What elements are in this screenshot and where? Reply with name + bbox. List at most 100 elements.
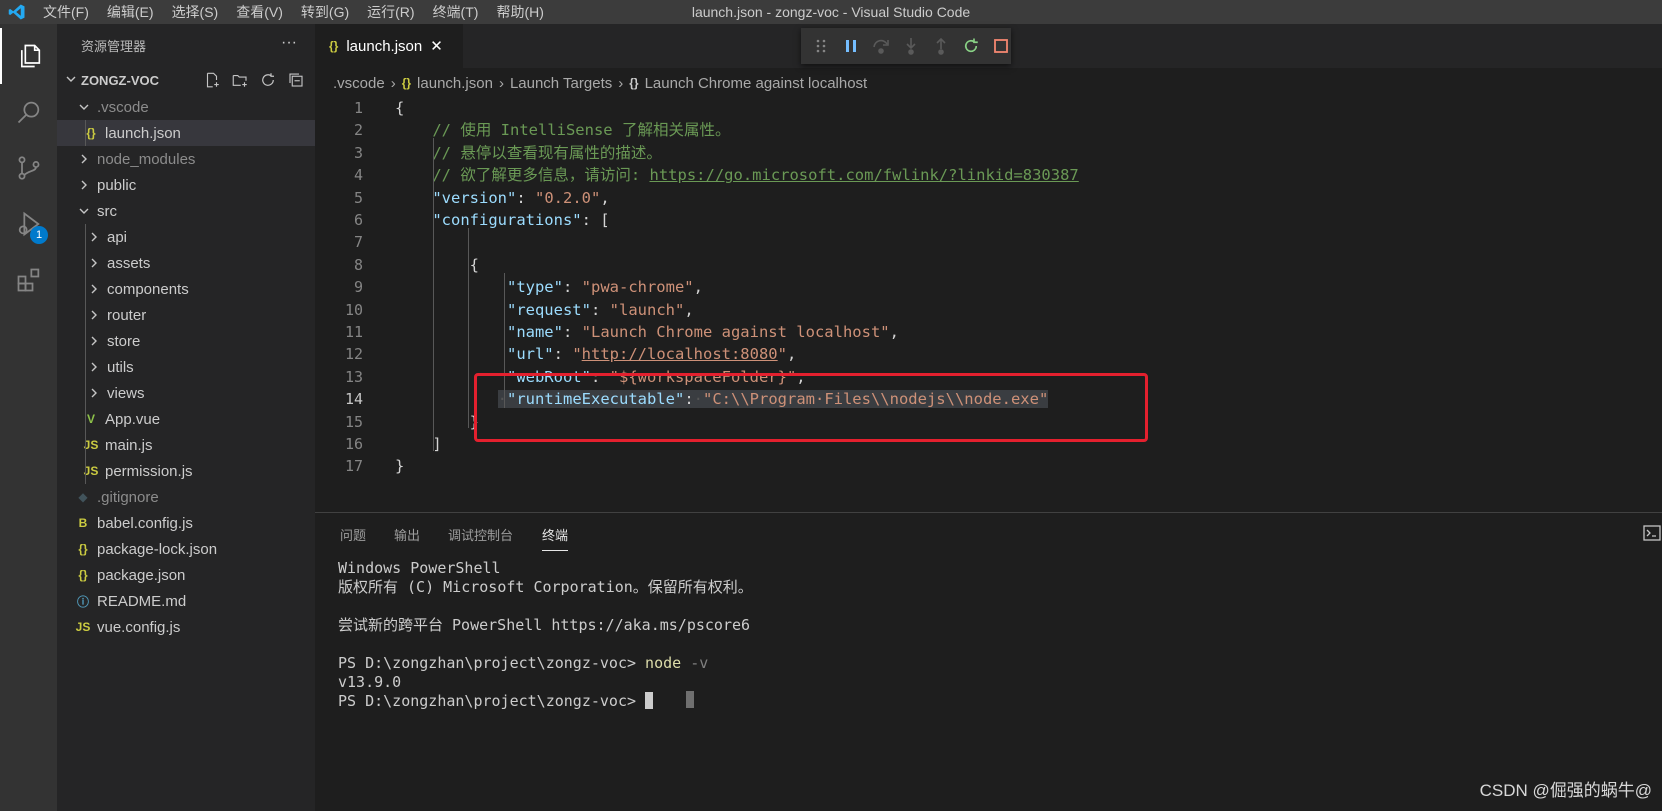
breadcrumb-file[interactable]: launch.json [417,75,493,92]
tree-item-assets[interactable]: assets [57,250,315,276]
tab-problems[interactable]: 问题 [340,525,366,544]
drag-handle-icon[interactable] [811,35,831,57]
code-token: ] [395,435,442,453]
project-root[interactable]: ZONGZ-VOC [57,66,315,94]
file-tree: .vscode {} launch.json node_modulespublic sr… [57,94,315,640]
tree-item-app-vue[interactable]: V App.vue [57,406,315,432]
menu-item[interactable]: 编辑(E) [98,0,163,24]
source-control-icon[interactable] [0,140,57,196]
code-line: // 使用 IntelliSense 了解相关属性。 [395,119,730,141]
menu-item[interactable]: 终端(T) [424,0,488,24]
tab-launch-json[interactable]: {} launch.json ✕ [315,24,463,68]
menu-item[interactable]: 运行(R) [358,0,423,24]
tree-item-public[interactable]: public [57,172,315,198]
terminal-line: 版权所有 (C) Microsoft Corporation。保留所有权利。 [338,578,753,596]
menu-item[interactable]: 查看(V) [227,0,292,24]
git-file-icon: ◆ [78,490,88,504]
activity-bar: 1 [0,24,57,811]
code-token: // 悬停以查看现有属性的描述。 [395,143,662,162]
terminal-icon[interactable] [1642,523,1662,548]
line-number: 1 [353,99,363,117]
tree-indent-guide [85,224,86,484]
menu-item[interactable]: 选择(S) [163,0,228,24]
code-token: , [796,367,806,386]
menu-item[interactable]: 转到(G) [292,0,358,24]
code-token: "type" [506,278,563,297]
chevron-right-icon [77,178,91,193]
line-number: 13 [344,367,363,386]
vscode-logo-icon [0,0,34,24]
run-debug-icon[interactable]: 1 [0,196,57,252]
tree-item-vscode[interactable]: .vscode [57,94,315,120]
more-actions-icon[interactable]: ··· [281,34,297,52]
explorer-icon[interactable] [0,28,57,84]
search-icon[interactable] [0,84,57,140]
code-token: "runtimeExecutable" [507,390,685,409]
tree-item-package-lock-json[interactable]: {} package-lock.json [57,536,315,562]
tree-item-label: node_modules [97,150,196,168]
tab-terminal[interactable]: 终端 [542,525,569,551]
tree-item-node-modules[interactable]: node_modules [57,146,315,172]
code-token: "version" [432,188,517,207]
tree-item-label: router [107,306,147,324]
collapse-all-icon[interactable] [287,71,305,92]
terminal-input-line[interactable]: PS D:\zongzhan\project\zongz-voc> [338,692,654,711]
code-token: // 使用 IntelliSense 了解相关属性。 [395,121,731,140]
json-file-icon: {} [401,76,412,90]
code-line: } [395,455,404,477]
terminal-prompt: PS D:\zongzhan\project\zongz-voc> [338,692,646,710]
explorer-title-text: 资源管理器 [81,38,147,54]
tree-item-label: .gitignore [97,488,159,506]
tree-item-store[interactable]: store [57,328,315,354]
step-over-icon[interactable] [871,35,891,57]
refresh-icon[interactable] [259,71,277,92]
tree-item-package-json[interactable]: {} package.json [57,562,315,588]
tree-item-router[interactable]: router [57,302,315,328]
line-number: 4 [353,166,363,185]
breadcrumb-vscode[interactable]: .vscode [333,75,385,92]
tree-item-api[interactable]: api [57,224,315,250]
indent-guide [433,138,434,451]
step-out-icon[interactable] [931,35,951,57]
code-token: : [553,345,573,364]
tree-item-label: launch.json [105,124,181,142]
tree-item-permission-js[interactable]: JS permission.js [57,458,315,484]
tree-item-launch-json[interactable]: {} launch.json [57,120,315,146]
breadcrumb-launch-targets[interactable]: Launch Targets [510,75,612,92]
tree-item-babel-config-js[interactable]: Bbabel.config.js [57,510,315,536]
tree-item-components[interactable]: components [57,276,315,302]
tree-item-label: views [107,384,145,402]
close-icon[interactable]: ✕ [430,37,443,55]
code-token: : [684,390,694,409]
tree-item-gitignore[interactable]: ◆ .gitignore [57,484,315,510]
code-line: { [395,254,479,276]
breadcrumb-config[interactable]: Launch Chrome against localhost [645,75,868,92]
babel-file-icon: B [78,516,88,530]
new-folder-icon[interactable] [231,71,249,92]
code-line: ] [395,433,442,455]
code-token: { [395,99,405,117]
restart-icon[interactable] [961,35,981,57]
tree-item-src[interactable]: src [57,198,315,224]
tree-item-vue-config-js[interactable]: JS vue.config.js [57,614,315,640]
new-file-icon[interactable] [203,71,221,92]
stop-icon[interactable] [991,35,1011,57]
tree-item-main-js[interactable]: JS main.js [57,432,315,458]
tree-item-label: .vscode [97,98,149,116]
code-editor[interactable]: 1 2 3 4 5 6 7 8 9 10 11 12 13 14 15 16 17 { // 使用 Intell… [315,94,1662,512]
code-token: : [590,300,610,319]
step-into-icon[interactable] [901,35,921,57]
menu-item[interactable]: 文件(F) [34,0,98,24]
tree-item-utils[interactable]: utils [57,354,315,380]
pause-icon[interactable] [841,35,861,57]
tree-item-readme-md[interactable]: ⓘ README.md [57,588,315,614]
menu-item[interactable]: 帮助(H) [487,0,552,24]
extensions-icon[interactable] [0,252,57,308]
tab-output[interactable]: 输出 [394,525,420,544]
code-token: "0.2.0" [535,188,601,207]
tab-debug-console[interactable]: 调试控制台 [448,525,513,544]
tree-item-views[interactable]: views [57,380,315,406]
